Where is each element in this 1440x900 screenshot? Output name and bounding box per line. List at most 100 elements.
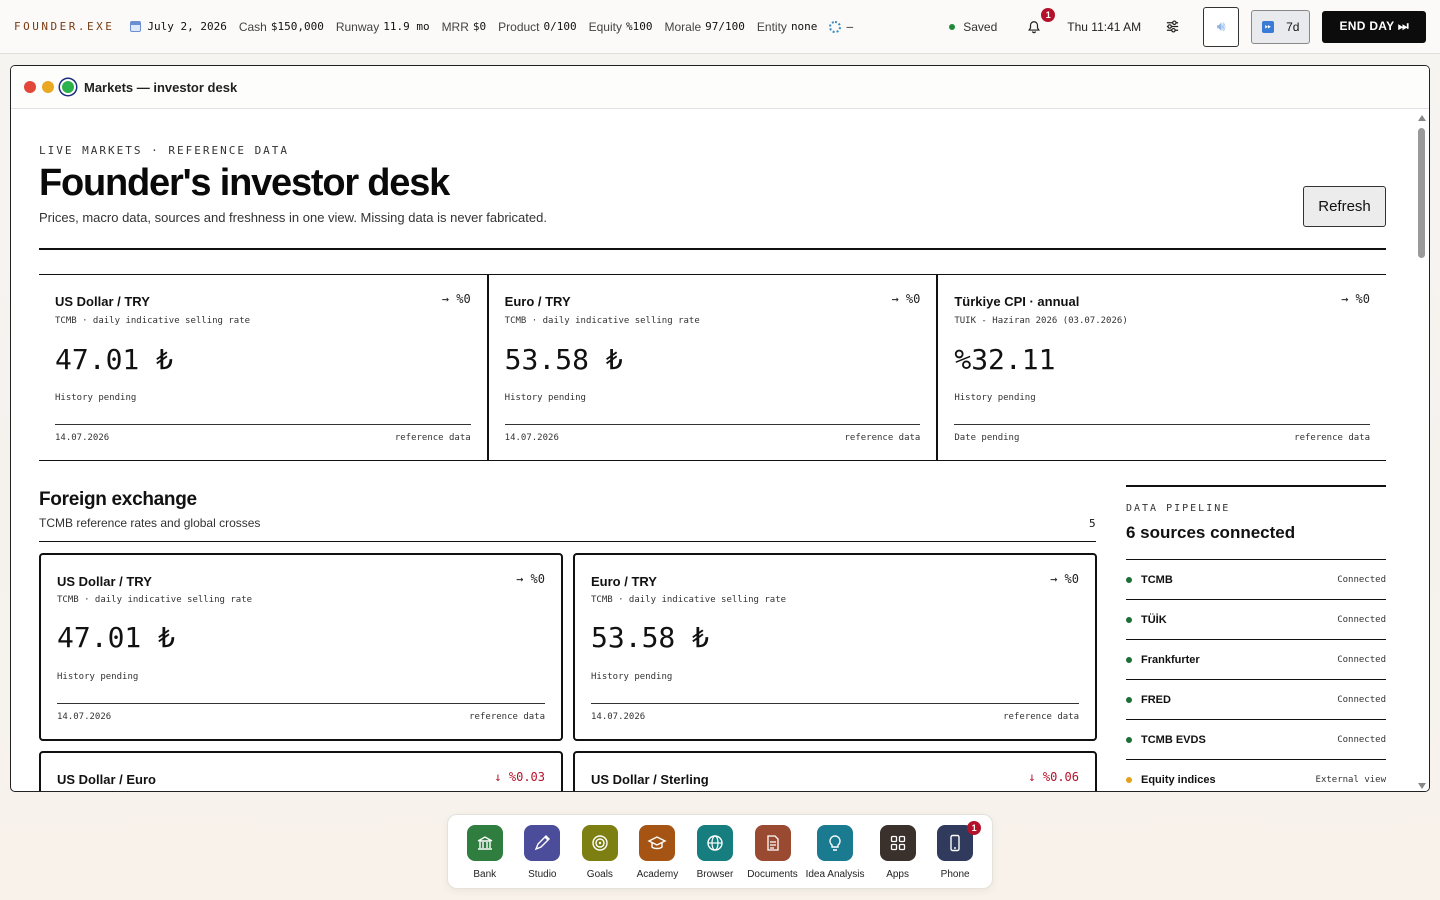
card-divider <box>504 424 921 425</box>
stat-runway: Runway 11.9 mo <box>336 20 430 34</box>
stat-mrr: MRR $0 <box>442 20 487 34</box>
card-history: History pending <box>504 393 586 403</box>
dock-app-browser[interactable]: Browser <box>687 825 743 888</box>
stat-label: Entity <box>756 19 787 34</box>
fx-card-usd-gbp[interactable]: US Dollar / Sterling ↓ %0.06 <box>573 751 1097 791</box>
dock-label: Academy <box>636 869 679 880</box>
lightbulb-icon <box>817 825 854 861</box>
card-title: US Dollar / TRY <box>57 574 152 589</box>
card-change: → %0 <box>441 292 471 306</box>
fx-section-subtitle: TCMB reference rates and global crosses <box>39 516 261 530</box>
stat-cash: Cash $150,000 <box>239 20 324 34</box>
source-name: Equity indices <box>1141 773 1216 786</box>
card-value: 47.01 ₺ <box>55 343 174 376</box>
card-source: TUIK - Haziran 2026 (03.07.2026) <box>954 316 1128 326</box>
card-tag: reference data <box>469 712 545 722</box>
date-value: July 2, 2026 <box>147 20 227 33</box>
pipeline-source-row[interactable]: TCMB Connected <box>1126 560 1386 600</box>
bell-icon <box>1028 20 1041 33</box>
stat-value: 97/100 <box>705 20 745 33</box>
dock-app-apps[interactable]: Apps <box>870 825 926 888</box>
window-minimize-button[interactable] <box>42 81 54 93</box>
status-dot-icon <box>1126 656 1132 663</box>
card-change: ↓ %0.06 <box>1028 770 1079 784</box>
stat-value: none <box>790 20 818 33</box>
dock-label: Documents <box>747 869 798 880</box>
settings-button[interactable] <box>1163 18 1181 36</box>
pipeline-source-row[interactable]: FRED Connected <box>1126 680 1386 720</box>
status-dot-icon <box>1126 576 1132 583</box>
card-history: History pending <box>591 672 673 682</box>
dock-app-academy[interactable]: Academy <box>629 825 685 888</box>
dock-label: Phone <box>940 869 970 880</box>
summary-card-usd-try[interactable]: US Dollar / TRY → %0 TCMB · daily indica… <box>39 275 487 460</box>
dock-label: Studio <box>528 869 557 880</box>
fx-count: 5 <box>1089 517 1096 530</box>
fx-card-usd-eur[interactable]: US Dollar / Euro ↓ %0.03 <box>39 751 563 791</box>
summary-card-cpi[interactable]: Türkiye CPI · annual → %0 TUIK - Haziran… <box>936 275 1386 460</box>
source-status: Connected <box>1337 734 1386 745</box>
window-title: Markets — investor desk <box>84 79 238 95</box>
source-name: TCMB <box>1141 573 1173 586</box>
stat-equity: Equity %100 <box>589 20 653 34</box>
fx-card-eur-try[interactable]: Euro / TRY → %0 TCMB · daily indicative … <box>573 553 1097 741</box>
pipeline-source-row[interactable]: Equity indices External view <box>1126 760 1386 791</box>
card-tag: reference data <box>1294 433 1371 443</box>
card-divider <box>55 424 471 425</box>
fx-section-title: Foreign exchange <box>39 489 197 510</box>
source-name: Frankfurter <box>1141 653 1200 666</box>
card-divider <box>591 703 1079 704</box>
card-value: 53.58 ₺ <box>504 343 623 376</box>
card-history: History pending <box>55 393 137 403</box>
window-content: LIVE MARKETS · REFERENCE DATA Founder's … <box>11 110 1415 791</box>
window-close-button[interactable] <box>24 81 36 93</box>
notifications-button[interactable]: 1 <box>1025 7 1056 36</box>
sound-toggle-button[interactable]: 🔊︎ <box>1203 6 1240 47</box>
dock-app-goals[interactable]: Goals <box>572 825 628 888</box>
fx-card-usd-try[interactable]: US Dollar / TRY → %0 TCMB · daily indica… <box>39 553 563 741</box>
card-date: Date pending <box>954 433 1020 443</box>
end-day-button[interactable]: END DAY ⏭ <box>1322 10 1426 43</box>
dock-app-studio[interactable]: Studio <box>514 825 570 888</box>
dock-app-idea-analysis[interactable]: Idea Analysis <box>802 825 868 888</box>
time-speed-button[interactable]: ⏩︎ 7d <box>1251 9 1311 44</box>
vertical-scrollbar[interactable] <box>1413 110 1429 791</box>
pipeline-source-row[interactable]: Frankfurter Connected <box>1126 640 1386 680</box>
pipeline-source-row[interactable]: TÜİK Connected <box>1126 600 1386 640</box>
window-titlebar[interactable]: Markets — investor desk <box>11 66 1429 109</box>
card-title: Türkiye CPI · annual <box>954 294 1080 309</box>
status-dot-icon <box>1126 736 1132 743</box>
fx-divider <box>39 541 1096 542</box>
card-value: %32.11 <box>954 343 1056 376</box>
scroll-down-icon[interactable] <box>1418 783 1426 789</box>
dock-app-phone[interactable]: 1 Phone <box>927 821 983 888</box>
stat-label: MRR <box>441 19 469 34</box>
saved-dot-icon <box>949 23 956 30</box>
summary-cards: US Dollar / TRY → %0 TCMB · daily indica… <box>39 274 1386 461</box>
top-status-bar: FOUNDER.EXE July 2, 2026 Cash $150,000 Ru… <box>0 0 1440 54</box>
clock: Thu 11:41 AM <box>1067 19 1142 34</box>
dock-app-documents[interactable]: Documents <box>745 825 801 888</box>
card-date: 14.07.2026 <box>504 433 559 443</box>
stat-label: Equity <box>588 19 622 34</box>
card-history: History pending <box>57 672 139 682</box>
sync-status: — <box>829 20 853 33</box>
pen-icon <box>524 825 561 861</box>
sync-icon <box>829 20 842 33</box>
window-maximize-button[interactable] <box>62 81 74 93</box>
card-change: → %0 <box>1050 572 1079 586</box>
pipeline-source-row[interactable]: TCMB EVDS Connected <box>1126 720 1386 760</box>
stat-label: Cash <box>238 19 267 34</box>
refresh-button[interactable]: Refresh <box>1303 186 1386 227</box>
card-tag: reference data <box>844 433 921 443</box>
brand-logo: FOUNDER.EXE <box>14 20 115 33</box>
dock-app-bank[interactable]: Bank <box>457 825 513 888</box>
summary-card-eur-try[interactable]: Euro / TRY → %0 TCMB · daily indicative … <box>486 275 937 460</box>
page-title: Founder's investor desk <box>39 162 450 204</box>
card-source: TCMB · daily indicative selling rate <box>504 316 700 326</box>
scrollbar-thumb[interactable] <box>1418 128 1425 258</box>
scroll-up-icon[interactable] <box>1418 115 1426 121</box>
document-icon <box>754 825 791 861</box>
card-change: ↓ %0.03 <box>494 770 545 784</box>
card-divider <box>57 703 545 704</box>
